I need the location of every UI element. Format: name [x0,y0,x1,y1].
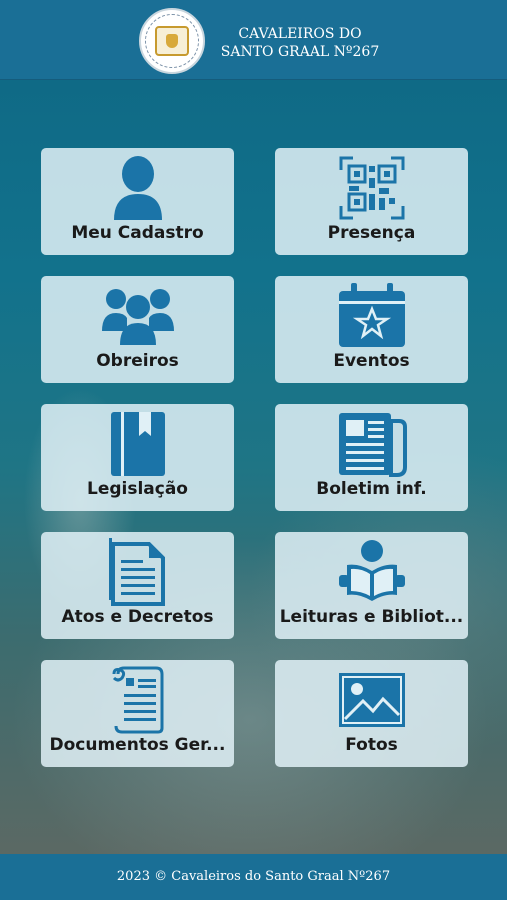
image-icon [336,666,408,734]
tile-label: Fotos [345,735,398,755]
tile-presenca[interactable]: Presença [275,148,468,255]
app-title-line2: SANTO GRAAL Nº267 [220,44,380,60]
reading-person-icon [336,538,408,606]
tile-label: Meu Cadastro [71,223,204,243]
book-icon [102,410,174,478]
user-icon [102,154,174,222]
tile-obreiros[interactable]: Obreiros [41,276,234,383]
document-icon [102,538,174,606]
tile-eventos[interactable]: Eventos [275,276,468,383]
qr-code-icon [336,154,408,222]
tile-meu-cadastro[interactable]: Meu Cadastro [41,148,234,255]
tile-label: Boletim inf. [316,479,427,499]
newspaper-icon [336,410,408,478]
app-header: CAVALEIROS DO SANTO GRAAL Nº267 [0,0,507,80]
app-footer: 2023 © Cavaleiros do Santo Graal Nº267 [0,854,507,900]
tile-label: Documentos Ger... [49,735,226,755]
calendar-star-icon [336,282,408,350]
lodge-logo [139,8,205,74]
tile-label: Obreiros [96,351,179,371]
tile-label: Leituras e Bibliot... [279,607,464,627]
app-title-line1: CAVALEIROS DO [238,26,362,42]
tile-leituras[interactable]: Leituras e Bibliot... [275,532,468,639]
tile-label: Atos e Decretos [61,607,214,627]
tile-label: Legislação [86,479,188,499]
tile-fotos[interactable]: Fotos [275,660,468,767]
tile-boletim[interactable]: Boletim inf. [275,404,468,511]
app-title: CAVALEIROS DO SANTO GRAAL Nº267 [215,25,385,61]
tile-documentos-gerais[interactable]: Documentos Ger... [41,660,234,767]
footer-text: 2023 © Cavaleiros do Santo Graal Nº267 [116,869,391,884]
tile-atos-decretos[interactable]: Atos e Decretos [41,532,234,639]
tile-legislacao[interactable]: Legislação [41,404,234,511]
scroll-document-icon [102,666,174,734]
tile-label: Presença [327,223,416,243]
tile-label: Eventos [333,351,410,371]
users-group-icon [101,282,174,350]
